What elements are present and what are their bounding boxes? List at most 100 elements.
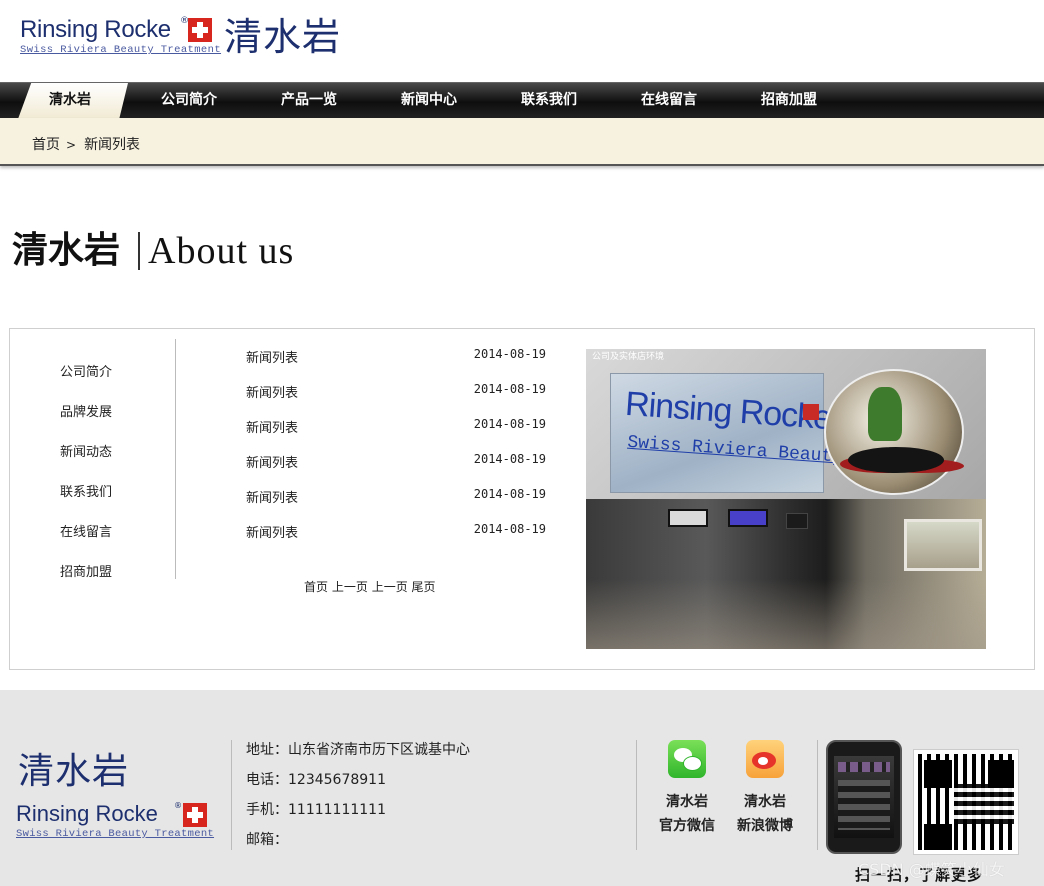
news-title-link[interactable]: 新闻列表 <box>246 417 298 436</box>
page-heading-chinese: 清水岩 <box>12 230 121 271</box>
phone-screen <box>834 756 894 838</box>
address-value: 山东省济南市历下区诚基中心 <box>288 742 470 758</box>
side-menu-item-message[interactable]: 在线留言 <box>60 521 112 540</box>
footer-divider <box>231 740 232 850</box>
photo-top-panel: 公司及实体店环境 Rinsing Rocke Swiss Riviera Bea… <box>586 349 986 499</box>
address-label: 地址： <box>246 742 288 758</box>
qr-code-icon <box>913 749 1019 855</box>
footer-address: 地址：山东省济南市历下区诚基中心 <box>246 740 470 770</box>
footer-mobile: 手机：11111111111 <box>246 800 470 830</box>
pager-next-link[interactable]: 上一页 <box>372 580 408 594</box>
nav-item-home[interactable]: 清水岩 <box>10 83 130 119</box>
pager-last-link[interactable]: 尾页 <box>412 580 436 594</box>
site-footer: 清水岩 Rinsing Rocke ® Swiss Riviera Beauty… <box>0 690 1044 886</box>
list-item[interactable]: 新闻列表 2014-08-19 <box>246 487 556 507</box>
photo-window <box>904 519 982 571</box>
photo-hallway-panel <box>586 499 986 649</box>
site-header: Rinsing Rocke ® Swiss Riviera Beauty Tre… <box>0 0 1044 82</box>
nav-item-message[interactable]: 在线留言 <box>609 83 729 119</box>
photo-caption: 公司及实体店环境 <box>592 352 665 362</box>
content-panel: 公司简介 品牌发展 新闻动态 联系我们 在线留言 招商加盟 新闻列表 2014-… <box>9 328 1035 670</box>
page-heading-divider <box>138 232 140 270</box>
nav-item-franchise[interactable]: 招商加盟 <box>729 83 849 119</box>
list-item[interactable]: 新闻列表 2014-08-19 <box>246 347 556 367</box>
news-title-link[interactable]: 新闻列表 <box>246 522 298 541</box>
weibo-label-line1: 清水岩 <box>744 794 786 810</box>
pager-prev-link[interactable]: 上一页 <box>332 580 368 594</box>
breadcrumb-bar: 首页 > 新闻列表 <box>0 118 1044 166</box>
nav-item-contact[interactable]: 联系我们 <box>489 83 609 119</box>
news-title-link[interactable]: 新闻列表 <box>246 487 298 506</box>
footer-phone: 电话：12345678911 <box>246 770 470 800</box>
footer-weibo[interactable]: 清水岩 新浪微博 <box>729 740 801 838</box>
logo-chinese-text: 清水岩 <box>224 15 342 59</box>
photo-lounge-circle <box>824 369 964 495</box>
wechat-icon[interactable] <box>668 740 706 778</box>
breadcrumb: 首页 > 新闻列表 <box>32 134 140 154</box>
list-item[interactable]: 新闻列表 2014-08-19 <box>246 382 556 402</box>
email-label: 邮箱： <box>246 832 288 848</box>
nav-item-news[interactable]: 新闻中心 <box>369 83 489 119</box>
mobile-label: 手机： <box>246 802 288 818</box>
wechat-label-line2: 官方微信 <box>659 818 715 834</box>
footer-logo-english: Rinsing Rocke <box>16 801 158 826</box>
store-environment-photo: 公司及实体店环境 Rinsing Rocke Swiss Riviera Bea… <box>586 349 986 649</box>
main-nav: 清水岩 公司简介 产品一览 新闻中心 联系我们 在线留言 招商加盟 <box>0 82 1044 119</box>
watermark: CSDN @蝶笑小仙女 <box>858 860 1005 879</box>
logo-english-text: Rinsing Rocke <box>20 16 171 43</box>
news-date: 2014-08-19 <box>473 522 546 536</box>
breadcrumb-current: 新闻列表 <box>84 137 141 153</box>
cross-logo-icon <box>183 803 207 827</box>
photo-sign-text: Rinsing Rocke <box>623 384 833 438</box>
page-heading-english: About us <box>148 230 295 272</box>
news-date: 2014-08-19 <box>473 487 546 501</box>
news-title-link[interactable]: 新闻列表 <box>246 452 298 471</box>
wechat-label-line1: 清水岩 <box>666 794 708 810</box>
weibo-icon[interactable] <box>746 740 784 778</box>
side-menu: 公司简介 品牌发展 新闻动态 联系我们 在线留言 招商加盟 <box>10 339 176 580</box>
news-title-link[interactable]: 新闻列表 <box>246 347 298 366</box>
footer-logo-registered-mark: ® <box>174 801 182 810</box>
list-item[interactable]: 新闻列表 2014-08-19 <box>246 522 556 542</box>
logo-tagline: Swiss Riviera Beauty Treatment <box>20 44 222 56</box>
wechat-label: 清水岩 官方微信 <box>651 790 723 838</box>
footer-email: 邮箱： <box>246 830 470 860</box>
side-menu-item-franchise[interactable]: 招商加盟 <box>60 561 112 580</box>
footer-divider <box>636 740 637 850</box>
cross-logo-icon <box>188 18 212 42</box>
photo-screen <box>668 509 708 527</box>
nav-item-about[interactable]: 公司简介 <box>129 83 249 119</box>
photo-sign-cross-icon <box>803 404 819 420</box>
side-menu-item-news[interactable]: 新闻动态 <box>60 441 112 460</box>
news-date: 2014-08-19 <box>473 417 546 431</box>
footer-logo-tagline: Swiss Riviera Beauty Treatment <box>16 828 215 840</box>
phone-mockup-icon <box>826 740 902 854</box>
news-date: 2014-08-19 <box>473 347 546 361</box>
photo-screen <box>786 513 808 529</box>
pagination: 首页 上一页 上一页 尾页 <box>304 578 436 595</box>
breadcrumb-home-link[interactable]: 首页 <box>32 137 60 153</box>
footer-divider <box>817 740 818 850</box>
phone-label: 电话： <box>246 772 288 788</box>
news-title-link[interactable]: 新闻列表 <box>246 382 298 401</box>
list-item[interactable]: 新闻列表 2014-08-19 <box>246 452 556 472</box>
news-date: 2014-08-19 <box>473 382 546 396</box>
side-menu-item-about[interactable]: 公司简介 <box>60 361 112 380</box>
pager-first-link[interactable]: 首页 <box>304 580 328 594</box>
footer-logo-chinese: 清水岩 <box>18 751 130 792</box>
nav-item-products[interactable]: 产品一览 <box>249 83 369 119</box>
news-date: 2014-08-19 <box>473 452 546 466</box>
weibo-label-line2: 新浪微博 <box>737 818 793 834</box>
site-logo[interactable]: Rinsing Rocke ® Swiss Riviera Beauty Tre… <box>20 14 360 62</box>
weibo-label: 清水岩 新浪微博 <box>729 790 801 838</box>
list-item[interactable]: 新闻列表 2014-08-19 <box>246 417 556 437</box>
photo-brand-sign: Rinsing Rocke Swiss Riviera Beauty Treat… <box>610 373 951 493</box>
footer-wechat[interactable]: 清水岩 官方微信 <box>651 740 723 838</box>
photo-screen <box>728 509 768 527</box>
breadcrumb-separator: > <box>66 138 77 152</box>
side-menu-item-contact[interactable]: 联系我们 <box>60 481 112 500</box>
side-menu-item-brand[interactable]: 品牌发展 <box>60 401 112 420</box>
mobile-value: 11111111111 <box>288 802 386 818</box>
phone-value: 12345678911 <box>288 772 386 788</box>
footer-contact: 地址：山东省济南市历下区诚基中心 电话：12345678911 手机：11111… <box>246 740 470 860</box>
